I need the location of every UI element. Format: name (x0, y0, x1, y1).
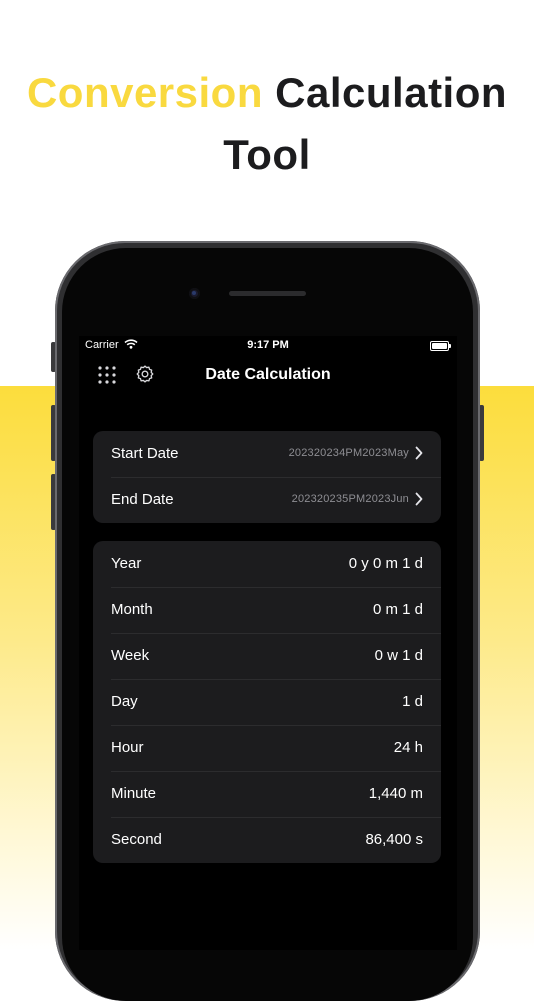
result-label: Month (111, 601, 153, 618)
chevron-right-icon (415, 492, 423, 506)
result-value: 1 d (402, 693, 423, 710)
result-row-hour: Hour 24 h (93, 725, 441, 771)
result-label: Year (111, 555, 142, 572)
navigation-bar: Date Calculation (79, 358, 457, 392)
earpiece-speaker (229, 291, 306, 296)
result-label: Hour (111, 739, 144, 756)
result-value: 86,400 s (365, 831, 423, 848)
end-date-value: 202320235PM2023Jun (291, 493, 409, 505)
app-screen: Carrier 9:17 PM Date Calculation Start D… (79, 336, 457, 950)
result-row-minute: Minute 1,440 m (93, 771, 441, 817)
result-value: 0 w 1 d (374, 647, 423, 664)
result-row-month: Month 0 m 1 d (93, 587, 441, 633)
result-label: Second (111, 831, 162, 848)
result-value: 1,440 m (368, 785, 423, 802)
result-value: 0 y 0 m 1 d (348, 555, 423, 572)
headline-line2: Tool (223, 131, 311, 178)
result-row-second: Second 86,400 s (93, 817, 441, 863)
result-value: 0 m 1 d (372, 601, 423, 618)
headline-line1: Calculation (275, 69, 508, 116)
end-date-label: End Date (111, 491, 174, 508)
promo-headline: Conversion Calculation Tool (0, 62, 534, 186)
start-date-row[interactable]: Start Date 202320234PM2023May (93, 431, 441, 477)
page-title: Date Calculation (205, 366, 331, 383)
status-bar: Carrier 9:17 PM (79, 336, 457, 356)
start-date-label: Start Date (111, 445, 179, 462)
status-time: 9:17 PM (247, 339, 289, 351)
result-label: Week (111, 647, 150, 664)
date-selection-card: Start Date 202320234PM2023May End Date 2… (93, 431, 441, 523)
results-card: Year 0 y 0 m 1 d Month 0 m 1 d Week 0 w … (93, 541, 441, 863)
end-date-row[interactable]: End Date 202320235PM2023Jun (93, 477, 441, 523)
battery-icon (430, 341, 451, 351)
result-row-year: Year 0 y 0 m 1 d (93, 541, 441, 587)
start-date-value: 202320234PM2023May (288, 447, 409, 459)
result-label: Minute (111, 785, 157, 802)
result-row-week: Week 0 w 1 d (93, 633, 441, 679)
headline-accent: Conversion (26, 69, 263, 116)
result-row-day: Day 1 d (93, 679, 441, 725)
front-camera (189, 288, 200, 299)
chevron-right-icon (415, 446, 423, 460)
result-value: 24 h (393, 739, 423, 756)
result-label: Day (111, 693, 138, 710)
